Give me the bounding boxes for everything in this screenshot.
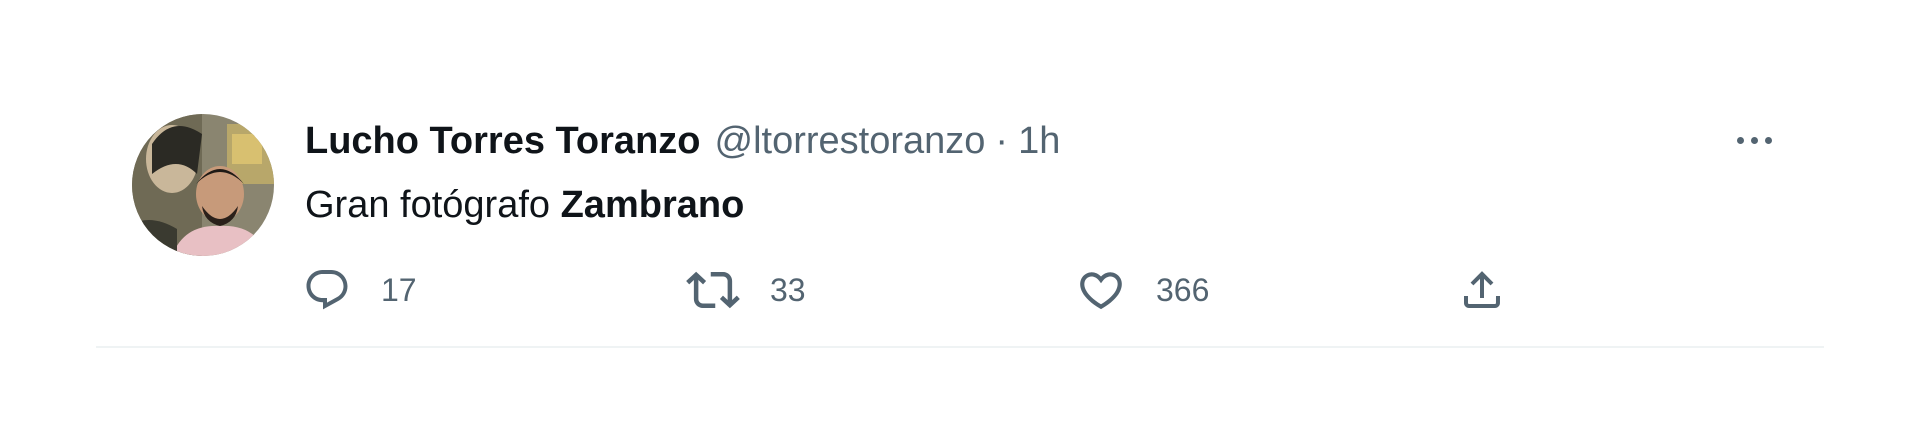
reply-button[interactable]: 17: [303, 262, 417, 318]
retweet-button[interactable]: 33: [686, 262, 806, 318]
tweet-actions: 17 33 366: [96, 262, 1824, 318]
avatar[interactable]: [132, 114, 274, 256]
heart-icon: [1080, 272, 1122, 310]
timestamp[interactable]: 1h: [1018, 116, 1060, 166]
header-separator: ·: [995, 120, 1009, 162]
more-horizontal-icon: [1764, 136, 1772, 144]
display-name[interactable]: Lucho Torres Toranzo: [305, 116, 701, 166]
share-button[interactable]: [1458, 262, 1506, 318]
tweet[interactable]: Lucho Torres Toranzo @ltorrestoranzo · 1…: [96, 0, 1824, 348]
user-handle[interactable]: @ltorrestoranzo: [715, 116, 986, 166]
share-icon: [1464, 271, 1500, 308]
like-button[interactable]: 366: [1076, 262, 1209, 318]
more-horizontal-icon: [1750, 136, 1758, 144]
retweet-icon: [686, 271, 740, 309]
reply-count: 17: [381, 271, 417, 308]
tweet-text-bold: Zambrano: [560, 184, 745, 226]
tweet-text-plain: Gran fotógrafo: [305, 184, 561, 226]
reply-icon: [306, 270, 348, 310]
more-horizontal-icon: [1736, 136, 1744, 144]
tweet-text: Gran fotógrafo Zambrano: [305, 180, 744, 230]
avatar-image: [132, 114, 274, 256]
more-options-button[interactable]: [1724, 120, 1784, 160]
tweet-header: Lucho Torres Toranzo @ltorrestoranzo · 1…: [305, 116, 1060, 166]
like-count: 366: [1156, 271, 1210, 308]
retweet-count: 33: [770, 271, 806, 308]
